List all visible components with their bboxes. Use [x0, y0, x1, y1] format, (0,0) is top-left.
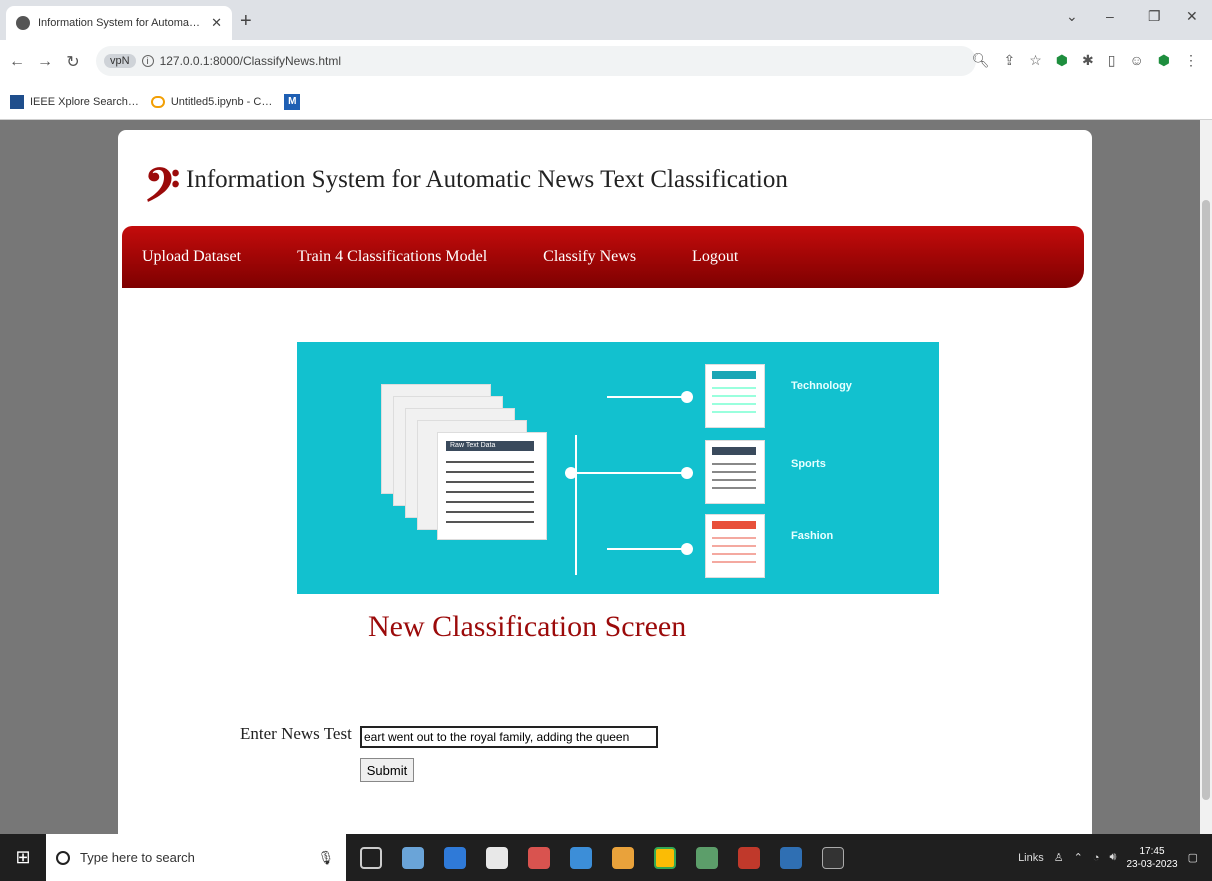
- category-fashion: Fashion: [791, 530, 834, 542]
- menu-train-models[interactable]: Train 4 Classifications Model: [297, 248, 487, 266]
- system-tray: Links ♙ ⌃ ◔ 🔊︎ 17:45 23-03-2023 ▢: [1018, 845, 1212, 871]
- fashion-document-icon: [705, 514, 765, 578]
- new-tab-button[interactable]: +: [240, 10, 252, 33]
- extension-shield-icon[interactable]: ⬢: [1056, 52, 1068, 69]
- tab-search-icon[interactable]: ⌄: [1066, 8, 1078, 25]
- search-placeholder: Type here to search: [80, 850, 195, 865]
- share-icon[interactable]: ⇪: [1003, 52, 1015, 69]
- app-icon[interactable]: [780, 846, 802, 869]
- m-icon: M: [284, 93, 301, 110]
- connector-line: [575, 435, 577, 575]
- scrollbar-thumb[interactable]: [1202, 200, 1210, 800]
- connector-dot: [681, 391, 693, 403]
- clock-date: 23-03-2023: [1126, 858, 1178, 870]
- maximize-button[interactable]: ❐: [1148, 8, 1161, 25]
- people-icon[interactable]: ♙: [1054, 851, 1064, 864]
- menu-upload-dataset[interactable]: Upload Dataset: [142, 248, 241, 266]
- main-menu: Upload Dataset Train 4 Classifications M…: [122, 226, 1084, 288]
- terminal-icon[interactable]: [822, 846, 844, 869]
- network-icon[interactable]: ◔: [1093, 852, 1100, 864]
- category-sports: Sports: [791, 458, 826, 470]
- store-icon[interactable]: [486, 846, 508, 869]
- connector-line: [607, 396, 689, 398]
- app-icon[interactable]: [570, 846, 592, 869]
- volume-icon[interactable]: 🔊︎: [1110, 851, 1117, 864]
- windows-start-icon[interactable]: ⊞: [0, 847, 46, 868]
- page-container: 𝄢 Information System for Automatic News …: [118, 130, 1092, 834]
- address-bar[interactable]: vpN i 127.0.0.1:8000/ClassifyNews.html: [96, 46, 976, 76]
- connector-dot: [681, 543, 693, 555]
- reload-icon[interactable]: ↻: [62, 52, 84, 72]
- site-title: Information System for Automatic News Te…: [186, 166, 788, 193]
- bookmark-ieee[interactable]: IEEE Xplore Search…: [10, 94, 139, 109]
- app-icon[interactable]: [696, 846, 718, 869]
- notification-icon[interactable]: ▢: [1188, 851, 1198, 864]
- logo-icon: 𝄢: [144, 161, 181, 223]
- chrome-icon[interactable]: [654, 846, 676, 869]
- menu-classify-news[interactable]: Classify News: [543, 248, 636, 266]
- classification-banner: Raw Text Data Technology Sports Fashion: [297, 342, 939, 594]
- ieee-icon: [10, 94, 24, 109]
- globe-icon: [16, 16, 30, 30]
- site-info-icon[interactable]: i: [141, 55, 154, 67]
- browser-tabstrip: Information System for Automa… ✕ + ⌄ – ❐…: [0, 0, 1212, 40]
- zoom-icon[interactable]: 🔍︎: [972, 52, 990, 69]
- url-text[interactable]: 127.0.0.1:8000/ClassifyNews.html: [160, 54, 341, 68]
- bookmark-star-icon[interactable]: ☆: [1029, 52, 1042, 69]
- close-tab-icon[interactable]: ✕: [211, 15, 222, 31]
- news-text-label: Enter News Test: [240, 724, 352, 743]
- extensions-puzzle-icon[interactable]: ✱: [1082, 52, 1094, 69]
- microphone-icon[interactable]: 🎙︎: [317, 850, 334, 866]
- task-view-icon[interactable]: [360, 846, 382, 869]
- profile-icon[interactable]: ☺: [1129, 52, 1143, 69]
- tray-chevron-icon[interactable]: ⌃: [1074, 851, 1083, 864]
- connector-line: [607, 548, 689, 550]
- bookmark-jupyter[interactable]: Untitled5.ipynb - C…: [150, 95, 273, 108]
- bookmarks-bar: IEEE Xplore Search… Untitled5.ipynb - C……: [0, 84, 1212, 120]
- links-toolbar[interactable]: Links: [1018, 852, 1044, 864]
- toolbar-actions: 🔍︎ ⇪ ☆ ⬢ ✱ ▯ ☺ ⬢ ⋮: [972, 52, 1198, 69]
- app-icon[interactable]: [612, 846, 634, 869]
- tab-title: Information System for Automa…: [38, 17, 201, 29]
- app-icon[interactable]: [528, 846, 550, 869]
- connector-dot: [681, 467, 693, 479]
- bookmark-label: IEEE Xplore Search…: [30, 95, 139, 108]
- pinned-apps: [360, 846, 844, 869]
- connector-line: [575, 472, 689, 474]
- raw-text-label: Raw Text Data: [446, 441, 534, 451]
- clock[interactable]: 17:45 23-03-2023: [1126, 845, 1177, 871]
- minimize-button[interactable]: –: [1106, 8, 1114, 24]
- taskbar-search[interactable]: Type here to search 🎙︎: [46, 834, 346, 881]
- news-text-input[interactable]: [360, 726, 658, 748]
- clock-time: 17:45: [1139, 845, 1165, 857]
- menu-dots-icon[interactable]: ⋮: [1184, 52, 1198, 69]
- screen-title: New Classification Screen: [368, 610, 687, 643]
- edge-icon[interactable]: [444, 846, 466, 869]
- security-shield-icon[interactable]: ⬢: [1158, 52, 1170, 69]
- back-icon[interactable]: ←: [6, 53, 28, 71]
- browser-tab[interactable]: Information System for Automa… ✕: [6, 6, 232, 40]
- raw-text-document: Raw Text Data: [437, 432, 547, 540]
- forward-icon[interactable]: →: [34, 53, 56, 71]
- category-technology: Technology: [791, 380, 852, 392]
- vpn-badge[interactable]: vpN: [104, 54, 136, 68]
- technology-document-icon: [705, 364, 765, 428]
- side-panel-icon[interactable]: ▯: [1108, 52, 1116, 69]
- app-icon[interactable]: [402, 846, 424, 869]
- bookmark-label: Untitled5.ipynb - C…: [170, 95, 273, 108]
- app-icon[interactable]: [738, 846, 760, 869]
- bookmark-m[interactable]: M: [284, 93, 301, 110]
- colab-icon: [150, 95, 165, 108]
- sports-document-icon: [705, 440, 765, 504]
- menu-logout[interactable]: Logout: [692, 248, 738, 266]
- page-scrollbar[interactable]: [1200, 120, 1212, 834]
- close-window-button[interactable]: ✕: [1186, 8, 1198, 25]
- cortana-icon: [56, 850, 70, 865]
- taskbar: ⊞ Type here to search 🎙︎ Links ♙ ⌃ ◔ 🔊︎ …: [0, 834, 1212, 881]
- browser-toolbar: ← → ↻ vpN i 127.0.0.1:8000/ClassifyNews.…: [0, 40, 1212, 84]
- submit-button[interactable]: Submit: [360, 758, 414, 782]
